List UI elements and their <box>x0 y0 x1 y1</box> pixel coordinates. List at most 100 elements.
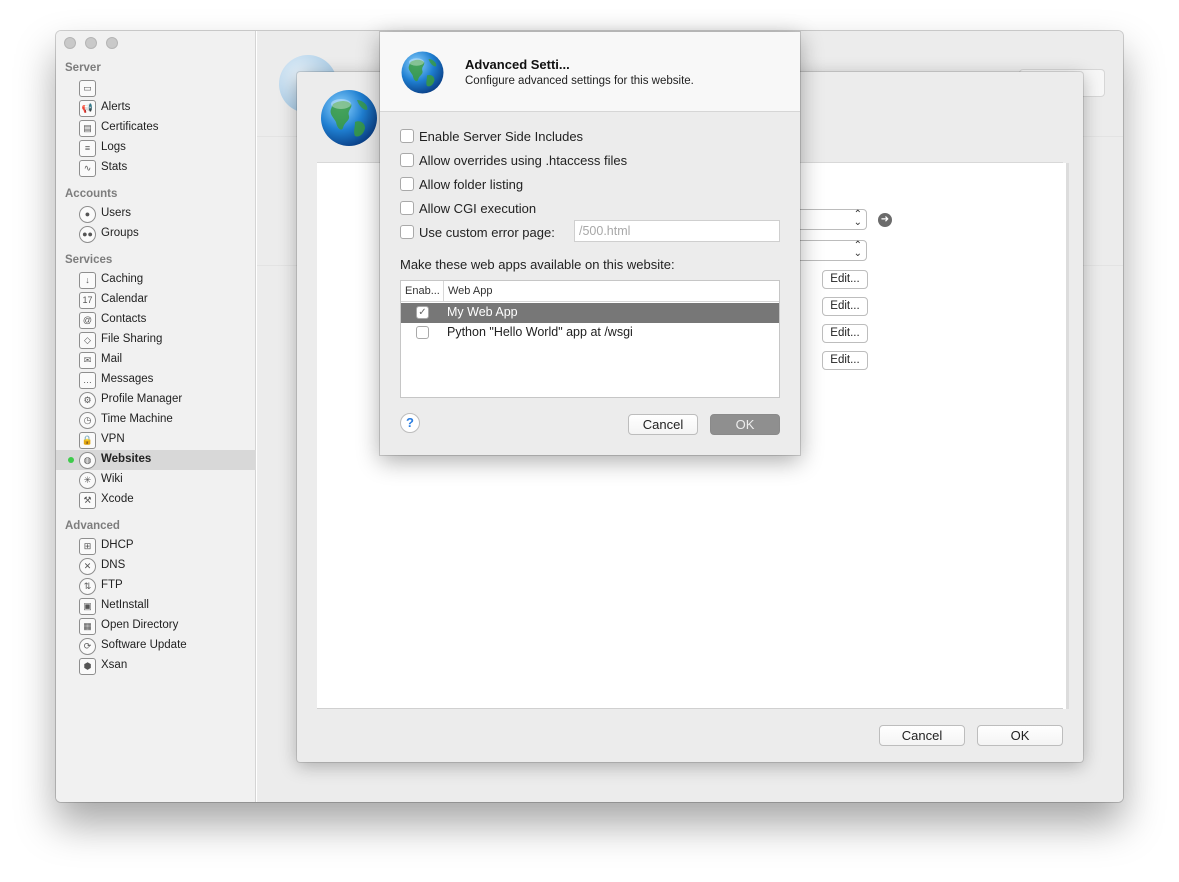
sidebar-item[interactable]: ↓ Caching <box>56 270 256 290</box>
sidebar-item-label: Xsan <box>101 659 128 671</box>
sidebar-item[interactable]: ● Users <box>56 204 256 224</box>
sidebar-item-label: Profile Manager <box>101 393 183 405</box>
sidebar-item-label: Xcode <box>101 493 134 505</box>
sidebar-item-label: Contacts <box>101 313 147 325</box>
sidebar-item-label: Websites <box>101 453 152 465</box>
cancel-button[interactable]: Cancel <box>879 725 965 746</box>
help-button[interactable]: ? <box>400 413 420 433</box>
option-label: Allow folder listing <box>419 176 524 192</box>
caching-icon: ↓ <box>79 272 96 289</box>
sidebar-item[interactable]: ⚒ Xcode <box>56 490 256 510</box>
option-folder-listing[interactable]: Allow folder listing <box>400 175 523 193</box>
lock-icon: 🔒 <box>79 432 96 449</box>
cancel-button[interactable]: Cancel <box>628 414 698 435</box>
certificate-icon: ▤ <box>79 120 96 137</box>
option-cgi[interactable]: Allow CGI execution <box>400 199 536 217</box>
table-row[interactable]: ✓ My Web App <box>401 303 779 323</box>
sidebar-item-label: Messages <box>101 373 154 385</box>
ok-button[interactable]: OK <box>977 725 1063 746</box>
software-update-icon: ⟳ <box>79 638 96 655</box>
checkbox[interactable] <box>400 177 414 191</box>
option-label: Allow CGI execution <box>419 200 537 216</box>
sidebar-item[interactable]: … Messages <box>56 370 256 390</box>
sidebar-item[interactable]: ✳ Wiki <box>56 470 256 490</box>
column-header-enabled[interactable]: Enab... <box>401 281 444 302</box>
sidebar-item[interactable]: ✕ DNS <box>56 556 256 576</box>
sidebar-section-header: Accounts <box>65 188 118 200</box>
sidebar-item[interactable]: ▤ Certificates <box>56 118 256 138</box>
sidebar-item[interactable]: ⟳ Software Update <box>56 636 256 656</box>
option-custom-error-page[interactable]: Use custom error page: <box>400 223 555 241</box>
mail-icon: ✉ <box>79 352 96 369</box>
sidebar-item[interactable]: ≡ Logs <box>56 138 256 158</box>
divider <box>317 708 1063 709</box>
time-machine-icon: ◷ <box>79 412 96 429</box>
ftp-icon: ⇅ <box>79 578 96 595</box>
dns-icon: ✕ <box>79 558 96 575</box>
sidebar-item-label: Time Machine <box>101 413 173 425</box>
checkbox[interactable] <box>400 225 414 239</box>
error-page-field[interactable]: /500.html <box>574 220 780 242</box>
group-icon: ●● <box>79 226 96 243</box>
chevron-updown-icon: ⌃ ⌄ <box>853 240 862 259</box>
sidebar-item-label: Open Directory <box>101 619 179 631</box>
sidebar-item-label: Caching <box>101 273 144 285</box>
close-button[interactable] <box>64 37 76 49</box>
column-header-web-app[interactable]: Web App <box>444 281 779 302</box>
sidebar-item[interactable]: ◍ Websites <box>56 450 256 470</box>
sidebar-item[interactable]: ◇ File Sharing <box>56 330 256 350</box>
log-icon: ≡ <box>79 140 96 157</box>
server-icon: ▭ <box>79 80 96 97</box>
go-arrow-icon[interactable]: ➜ <box>878 213 892 227</box>
wiki-icon: ✳ <box>79 472 96 489</box>
open-directory-icon: ▦ <box>79 618 96 635</box>
sidebar-item-label: Calendar <box>101 293 148 305</box>
sidebar-item-label: Software Update <box>101 639 187 651</box>
sidebar-item[interactable]: 📢 Alerts <box>56 98 256 118</box>
option-label: Enable Server Side Includes <box>419 128 584 144</box>
globe-icon <box>319 88 379 148</box>
sidebar-item[interactable]: ◷ Time Machine <box>56 410 256 430</box>
sidebar-item[interactable]: @ Contacts <box>56 310 256 330</box>
checkbox[interactable] <box>400 153 414 167</box>
dialog-title: Advanced Setti... <box>465 57 570 72</box>
globe-icon: ◍ <box>79 452 96 469</box>
edit-button[interactable]: Edit... <box>822 297 868 316</box>
option-htaccess[interactable]: Allow overrides using .htaccess files <box>400 151 627 169</box>
sidebar-item[interactable]: 🔒 VPN <box>56 430 256 450</box>
edit-button[interactable]: Edit... <box>822 324 868 343</box>
checkbox[interactable] <box>400 201 414 215</box>
sidebar-item[interactable]: ⚙ Profile Manager <box>56 390 256 410</box>
minimize-button[interactable] <box>85 37 97 49</box>
profile-manager-icon: ⚙ <box>79 392 96 409</box>
sidebar-item[interactable]: ∿ Stats <box>56 158 256 178</box>
sidebar-item[interactable]: ●● Groups <box>56 224 256 244</box>
sidebar-section-header: Server <box>65 62 101 74</box>
chevron-updown-icon: ⌃ ⌄ <box>853 209 862 228</box>
sidebar-item[interactable]: ⊞ DHCP <box>56 536 256 556</box>
sidebar-item[interactable]: ⬢ Xsan <box>56 656 256 676</box>
sidebar-item[interactable]: ⇅ FTP <box>56 576 256 596</box>
checkbox[interactable]: ✓ <box>416 306 429 319</box>
sidebar-item[interactable]: ✉ Mail <box>56 350 256 370</box>
option-label: Use custom error page: <box>419 224 555 240</box>
edit-button[interactable]: Edit... <box>822 351 868 370</box>
option-ssi[interactable]: Enable Server Side Includes <box>400 127 583 145</box>
checkbox[interactable] <box>400 129 414 143</box>
zoom-button[interactable] <box>106 37 118 49</box>
sidebar-item[interactable]: ▭ <box>56 78 256 98</box>
sidebar-item[interactable]: ▦ Open Directory <box>56 616 256 636</box>
sidebar-item[interactable]: ▣ NetInstall <box>56 596 256 616</box>
webapps-table: Enab... Web App ✓ My Web App Python "Hel… <box>400 280 780 398</box>
contacts-icon: @ <box>79 312 96 329</box>
sidebar-item-label: Logs <box>101 141 126 153</box>
xcode-icon: ⚒ <box>79 492 96 509</box>
sidebar-item-label: NetInstall <box>101 599 149 611</box>
sidebar-item[interactable]: 17 Calendar <box>56 290 256 310</box>
table-row[interactable]: Python "Hello World" app at /wsgi <box>401 323 779 343</box>
edit-button[interactable]: Edit... <box>822 270 868 289</box>
sidebar-item-label: FTP <box>101 579 123 591</box>
sidebar-item-label: VPN <box>101 433 125 445</box>
ok-button[interactable]: OK <box>710 414 780 435</box>
checkbox[interactable] <box>416 326 429 339</box>
